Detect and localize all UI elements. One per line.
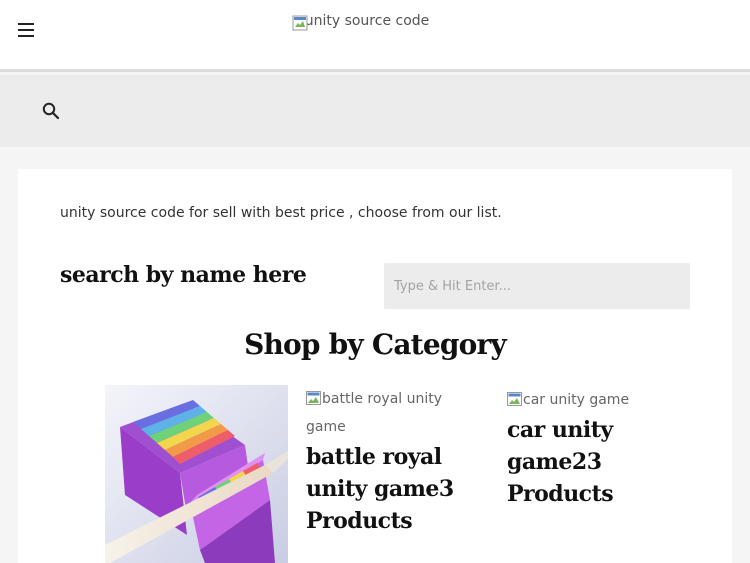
section-title: Shop by Category xyxy=(244,328,507,361)
site-header: unity source code xyxy=(0,0,750,72)
search-heading: search by name here xyxy=(60,262,307,288)
rainbow-cube-slice-image xyxy=(105,385,288,563)
category-item-battle-royal[interactable]: battle royal unity game battle royal uni… xyxy=(306,385,486,537)
category-image-alt: car unity game xyxy=(507,386,677,414)
category-image-alt: battle royal unity game xyxy=(306,391,443,435)
search-bar-strip xyxy=(0,75,750,147)
intro-text: unity source code for sell with best pri… xyxy=(60,205,502,221)
broken-image-icon xyxy=(507,392,522,406)
category-name: car unity game23 Products xyxy=(507,417,614,507)
broken-image-icon xyxy=(306,391,321,405)
logo-alt-text: unity source code xyxy=(304,13,430,29)
search-input[interactable] xyxy=(384,263,690,309)
hamburger-menu-icon[interactable] xyxy=(18,23,38,39)
category-image-rainbow-cube[interactable] xyxy=(105,385,288,563)
category-name: battle royal unity game3 Products xyxy=(306,444,454,534)
category-item-car[interactable]: car unity game car unity game23 Products xyxy=(507,386,677,510)
site-logo[interactable]: unity source code xyxy=(292,13,442,31)
broken-image-icon xyxy=(292,15,308,31)
search-icon[interactable] xyxy=(41,101,61,121)
